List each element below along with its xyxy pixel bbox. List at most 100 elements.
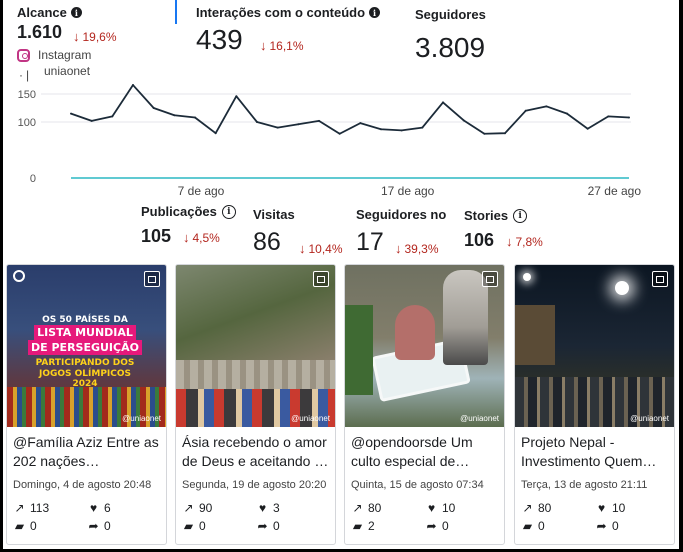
post-thumbnail[interactable]: OS 50 PAÍSES DA LISTA MUNDIAL DE PERSEGU… bbox=[7, 265, 166, 427]
post-caption[interactable]: Projeto Nepal - Investimento Quem… bbox=[521, 433, 671, 471]
post-card[interactable]: @uniaonet Ásia recebendo o amor de Deus … bbox=[175, 264, 336, 545]
reach-value: 1.610 bbox=[17, 22, 63, 42]
info-icon[interactable]: i bbox=[513, 208, 528, 223]
info-icon[interactable]: i bbox=[70, 7, 82, 18]
arrow-down-icon: ↓ bbox=[260, 38, 267, 53]
post-date: Domingo, 4 de agosto 20:48 bbox=[13, 479, 152, 491]
comment-icon: ▰ bbox=[352, 519, 363, 533]
comments-stat: ▰ 0 bbox=[14, 519, 37, 533]
comment-icon: ▰ bbox=[14, 519, 25, 533]
insights-panel: Alcance i 1.610 ↓ 19,6% Interações com o… bbox=[3, 0, 679, 549]
trend-icon: ↗ bbox=[352, 501, 363, 515]
trend-icon: ↗ bbox=[183, 501, 194, 515]
post-thumbnail[interactable]: @uniaonet bbox=[176, 265, 335, 427]
arrow-down-icon: ↓ bbox=[183, 230, 190, 245]
platform-row[interactable]: Instagram bbox=[17, 48, 91, 62]
data-point bbox=[318, 119, 320, 122]
data-point bbox=[338, 132, 341, 135]
platform-name: Instagram bbox=[38, 48, 92, 62]
visits-label: Visitas bbox=[253, 207, 295, 222]
x-tick-label: 17 de ago bbox=[381, 184, 435, 198]
post-date: Quinta, 15 de agosto 07:34 bbox=[351, 479, 484, 491]
reach-line-chart: 0 100 150 7 de ago 17 de ago 27 de ago bbox=[18, 84, 642, 198]
carousel-icon bbox=[652, 271, 668, 287]
data-point bbox=[607, 115, 610, 118]
x-tick-label: 27 de ago bbox=[588, 184, 642, 198]
data-point bbox=[194, 116, 196, 119]
shares-stat: ➦ 0 bbox=[257, 519, 280, 533]
posts-delta: ↓ 4,5% bbox=[183, 230, 220, 245]
likes-stat: ♥ 10 bbox=[425, 501, 455, 515]
data-point bbox=[214, 132, 217, 135]
data-point bbox=[235, 95, 238, 98]
post-card[interactable]: @uniaonet @opendoorsde Um culto especial… bbox=[344, 264, 505, 545]
data-point bbox=[628, 116, 630, 119]
heart-icon: ♥ bbox=[258, 501, 267, 515]
carousel-icon bbox=[313, 271, 329, 287]
stories-label: Stories i bbox=[464, 208, 528, 223]
stories-delta: ↓ 7,8% bbox=[506, 234, 543, 249]
trend-icon: ↗ bbox=[522, 501, 533, 515]
account-name: uniaonet bbox=[44, 64, 91, 78]
data-point bbox=[400, 129, 403, 132]
share-icon: ➦ bbox=[88, 519, 99, 533]
lamp-image bbox=[615, 281, 629, 295]
reach-stat: ↗ 80 bbox=[352, 501, 382, 515]
data-point bbox=[90, 119, 93, 122]
lamp-image bbox=[523, 273, 531, 281]
data-point bbox=[173, 114, 176, 117]
data-point bbox=[442, 101, 444, 104]
share-icon: ➦ bbox=[257, 519, 268, 533]
post-date: Terça, 13 de agosto 21:11 bbox=[521, 479, 648, 491]
post-thumbnail[interactable]: @uniaonet bbox=[515, 265, 674, 427]
interactions-value: 439 bbox=[196, 24, 243, 55]
data-point bbox=[421, 126, 424, 129]
posts-value: 105 bbox=[141, 226, 172, 246]
reach-label: Alcance i bbox=[17, 5, 82, 20]
x-tick-label: 7 de ago bbox=[178, 184, 225, 198]
data-point bbox=[132, 84, 134, 87]
series-line-reach bbox=[70, 84, 630, 135]
post-caption[interactable]: @opendoorsde Um culto especial de… bbox=[351, 433, 501, 471]
info-icon[interactable]: i bbox=[369, 7, 381, 18]
reach-stat: ↗ 113 bbox=[14, 501, 50, 515]
y-tick-label: 100 bbox=[18, 117, 36, 129]
post-card[interactable]: OS 50 PAÍSES DA LISTA MUNDIAL DE PERSEGU… bbox=[6, 264, 167, 545]
comments-stat: ▰ 0 bbox=[522, 519, 545, 533]
arrow-down-icon: ↓ bbox=[506, 234, 513, 249]
shares-stat: ➦ 0 bbox=[426, 519, 449, 533]
post-card[interactable]: @uniaonet Projeto Nepal - Investimento Q… bbox=[514, 264, 675, 545]
data-point bbox=[524, 109, 527, 112]
watermark: @uniaonet bbox=[291, 414, 330, 423]
heart-icon: ♥ bbox=[427, 501, 436, 515]
share-icon: ➦ bbox=[596, 519, 607, 533]
new-followers-value: 17 bbox=[356, 228, 384, 256]
data-point bbox=[545, 105, 548, 108]
data-point bbox=[111, 115, 114, 118]
post-thumbnail[interactable]: @uniaonet bbox=[345, 265, 504, 427]
followers-label: Seguidores bbox=[415, 7, 486, 22]
reach-stat: ↗ 80 bbox=[522, 501, 552, 515]
watermark: @uniaonet bbox=[122, 414, 161, 423]
interactions-label: Interações com o conteúdo i bbox=[196, 5, 381, 20]
arrow-down-icon: ↓ bbox=[395, 241, 402, 256]
visits-delta: ↓ 10,4% bbox=[299, 241, 343, 256]
posts-label: Publicações i bbox=[141, 204, 236, 219]
post-caption[interactable]: @Família Aziz Entre as 202 nações… bbox=[13, 433, 163, 471]
post-caption[interactable]: Ásia recebendo o amor de Deus e aceitand… bbox=[182, 433, 332, 471]
data-point bbox=[566, 112, 568, 115]
visits-value: 86 bbox=[253, 228, 281, 256]
data-point bbox=[70, 112, 72, 115]
likes-stat: ♥ 6 bbox=[87, 501, 111, 515]
likes-stat: ♥ 3 bbox=[256, 501, 280, 515]
image-text: JOGOS OLÍMPICOS 2024 bbox=[38, 369, 132, 389]
person-image bbox=[395, 305, 435, 360]
info-icon[interactable]: i bbox=[221, 204, 236, 219]
data-point bbox=[359, 122, 362, 125]
heart-icon: ♥ bbox=[89, 501, 98, 515]
data-point bbox=[256, 121, 258, 123]
trend-icon: ↗ bbox=[14, 501, 25, 515]
data-point bbox=[380, 128, 382, 131]
data-point bbox=[297, 123, 300, 126]
data-point bbox=[504, 132, 506, 135]
